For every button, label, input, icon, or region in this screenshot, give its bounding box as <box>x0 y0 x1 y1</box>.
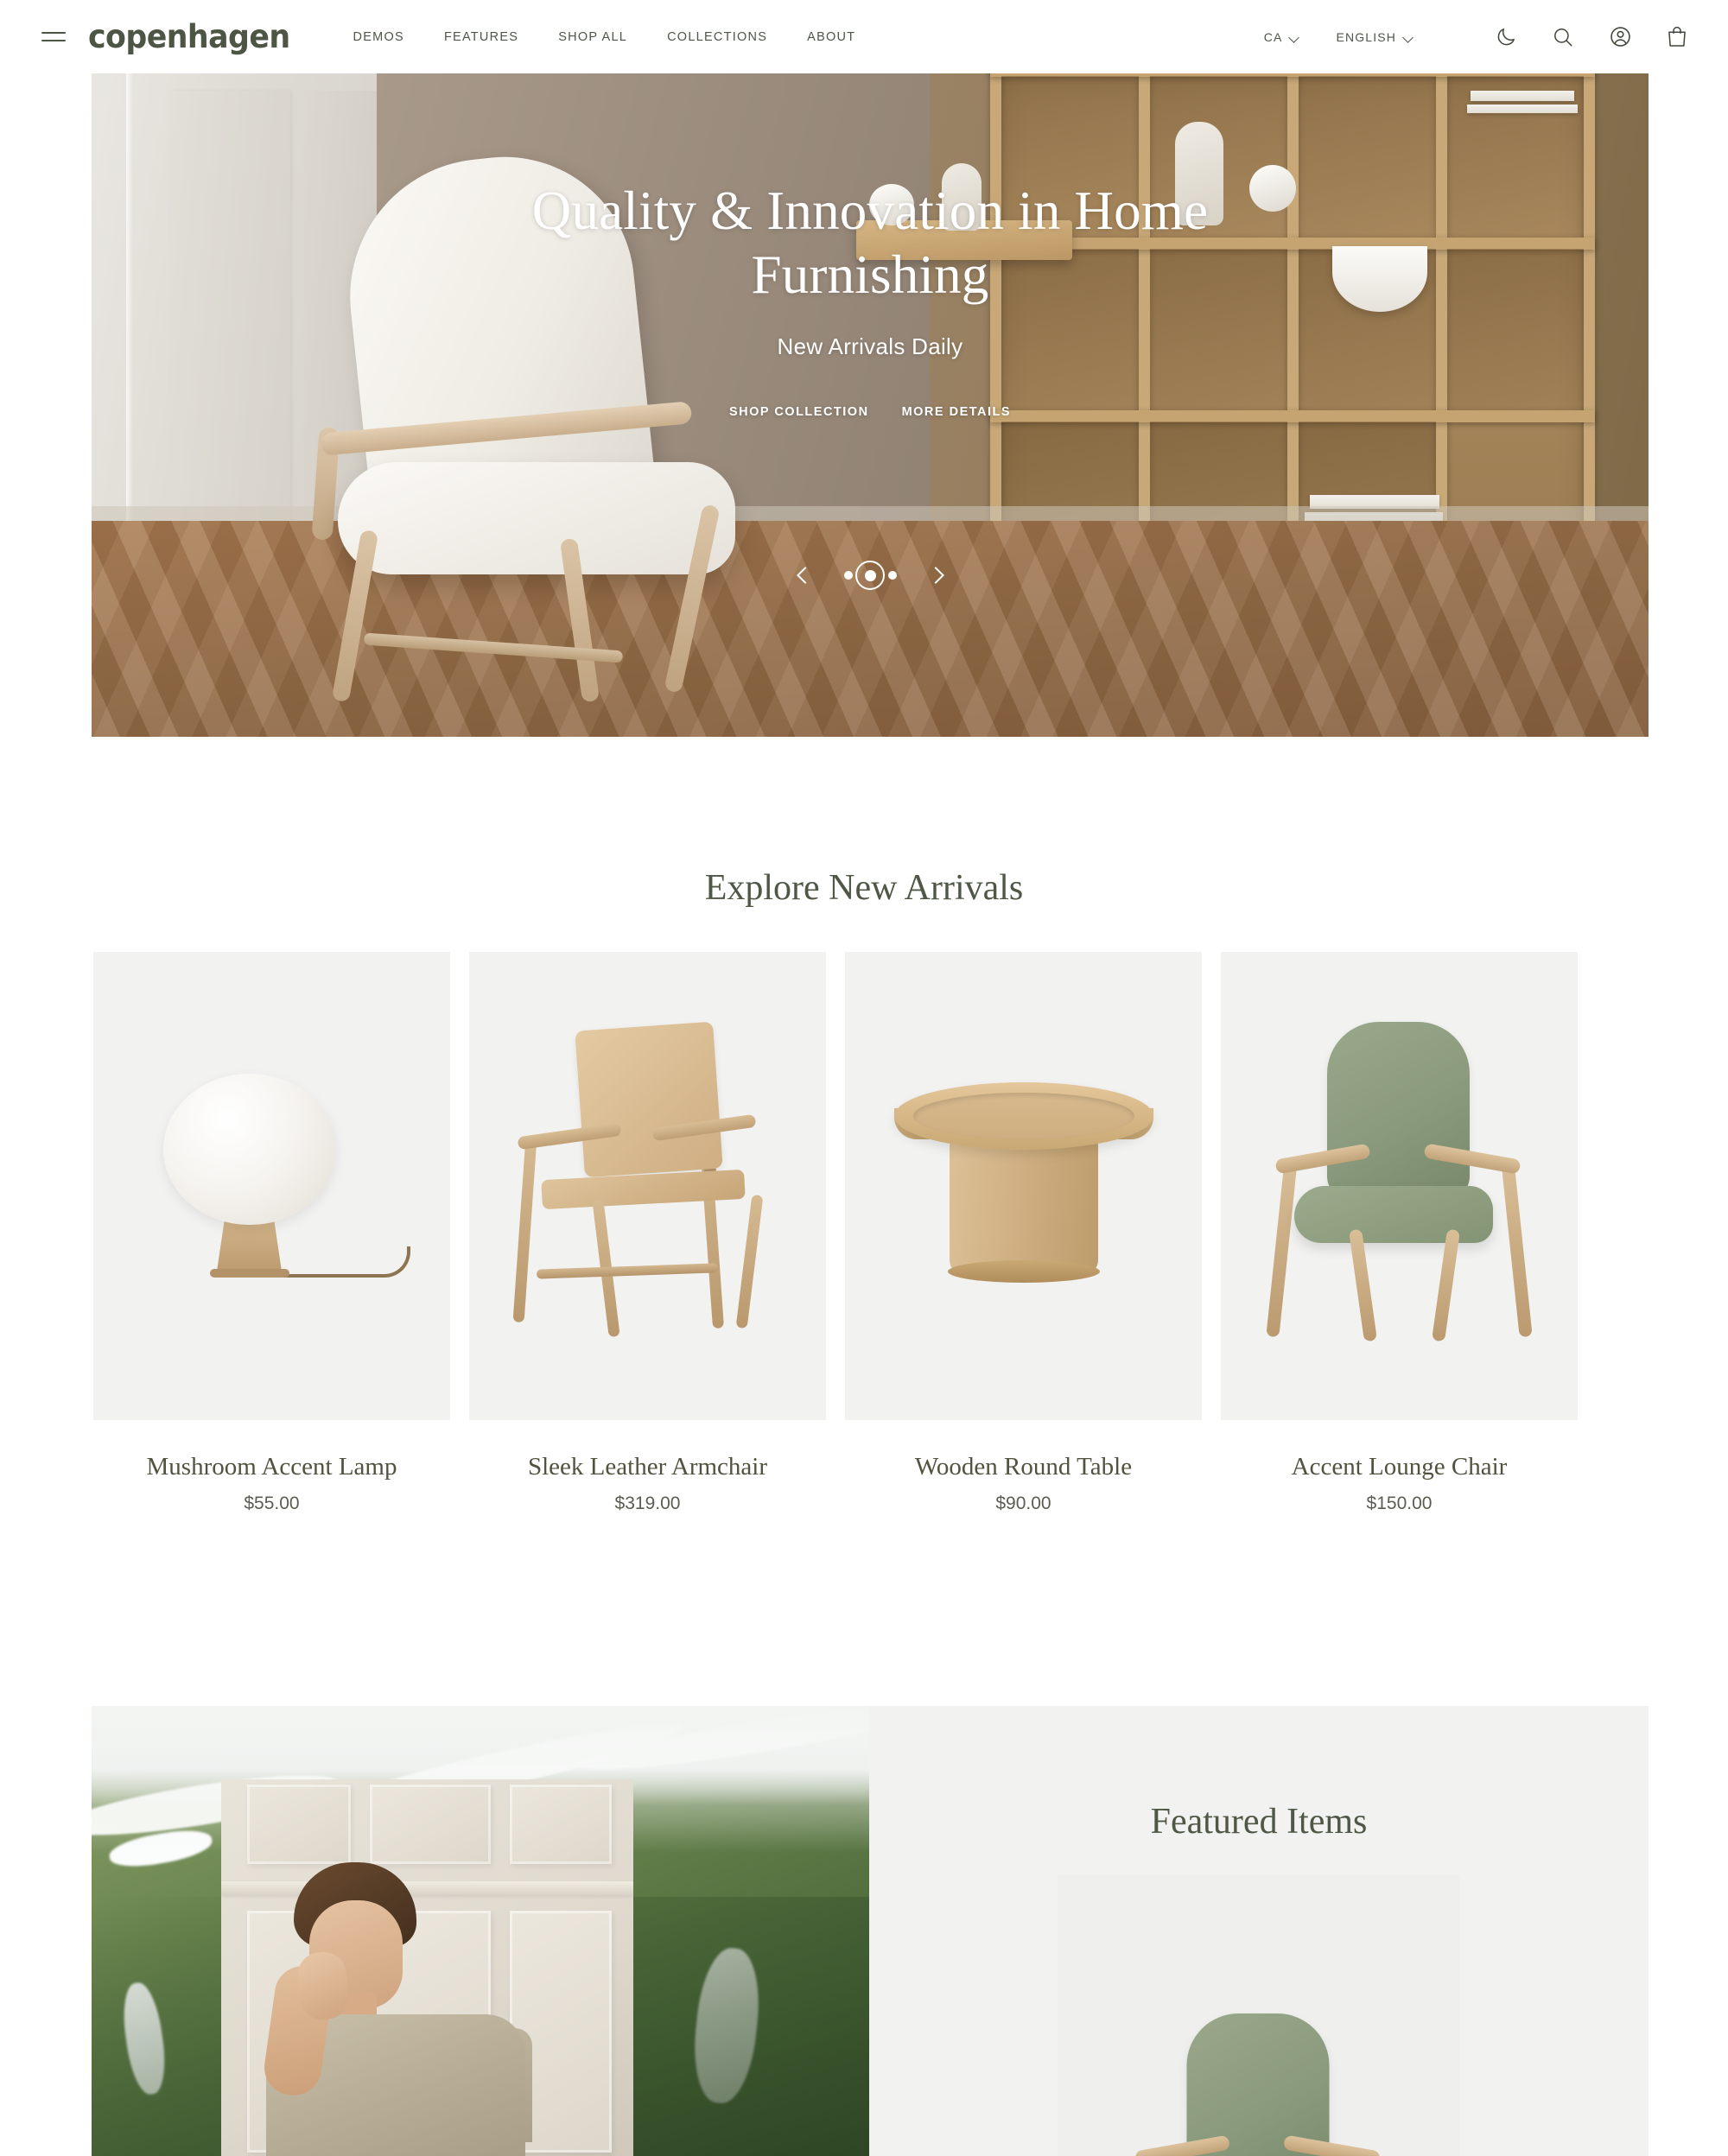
product-name: Mushroom Accent Lamp <box>146 1453 397 1481</box>
featured-items-panel: Featured Items <box>869 1706 1649 2156</box>
product-price: $90.00 <box>995 1493 1051 1513</box>
language-selector-value: ENGLISH <box>1336 29 1396 44</box>
nav-item-shop-all[interactable]: SHOP ALL <box>558 30 627 44</box>
primary-navigation: DEMOS FEATURES SHOP ALL COLLECTIONS ABOU… <box>353 30 856 44</box>
new-arrivals-heading: Explore New Arrivals <box>704 868 1024 908</box>
chevron-down-icon <box>1404 34 1414 40</box>
leather-armchair-art <box>505 1021 791 1346</box>
country-selector[interactable]: CA <box>1264 30 1300 44</box>
hero-cta-group: SHOP COLLECTION MORE DETAILS <box>729 405 1011 419</box>
country-selector-value: CA <box>1263 29 1283 44</box>
site-logo[interactable]: copenhagen <box>88 21 290 53</box>
new-arrivals-grid: Mushroom Accent Lamp $55.00 Sleek Leathe… <box>93 952 1578 1514</box>
product-card[interactable]: Accent Lounge Chair $150.00 <box>1221 952 1578 1514</box>
shop-collection-button[interactable]: SHOP COLLECTION <box>729 405 869 419</box>
language-selector[interactable]: ENGLISH <box>1336 30 1414 44</box>
product-name: Accent Lounge Chair <box>1291 1453 1508 1481</box>
more-details-button[interactable]: MORE DETAILS <box>902 405 1011 419</box>
carousel-next-icon[interactable] <box>921 561 950 590</box>
product-card[interactable]: Mushroom Accent Lamp $55.00 <box>93 952 450 1514</box>
product-card[interactable]: Sleek Leather Armchair $319.00 <box>469 952 826 1514</box>
account-icon[interactable] <box>1607 24 1633 50</box>
site-header: copenhagen DEMOS FEATURES SHOP ALL COLLE… <box>0 0 1728 73</box>
page-root: copenhagen DEMOS FEATURES SHOP ALL COLLE… <box>0 0 1728 2156</box>
search-icon[interactable] <box>1550 24 1576 50</box>
product-image <box>93 952 450 1420</box>
carousel-dot-2[interactable] <box>864 569 876 581</box>
featured-heading: Featured Items <box>1150 1802 1368 1842</box>
product-image <box>1221 952 1578 1420</box>
model-figure-art <box>260 1862 546 2156</box>
hero-subtitle: New Arrivals Daily <box>777 333 963 359</box>
product-name: Wooden Round Table <box>914 1453 1133 1481</box>
model-portrait-image[interactable] <box>221 1779 633 2156</box>
accent-lounge-chair-art <box>1265 1022 1533 1350</box>
nav-item-demos[interactable]: DEMOS <box>353 30 404 44</box>
round-table-art <box>893 1082 1153 1290</box>
product-image <box>469 952 826 1420</box>
product-card[interactable]: Wooden Round Table $90.00 <box>845 952 1202 1514</box>
hamburger-bar <box>41 40 66 41</box>
carousel-dot-1[interactable] <box>843 571 853 580</box>
product-name: Sleek Leather Armchair <box>528 1453 767 1481</box>
product-price: $319.00 <box>614 1493 681 1513</box>
hero-title: Quality & Innovation in Home Furnishing <box>531 181 1209 306</box>
product-image <box>845 952 1202 1420</box>
nav-item-features[interactable]: FEATURES <box>444 30 518 44</box>
moon-icon[interactable] <box>1493 24 1519 50</box>
chevron-down-icon <box>1290 34 1299 40</box>
hamburger-bar <box>41 32 66 34</box>
hero-carousel[interactable]: Quality & Innovation in Home Furnishing … <box>92 73 1649 737</box>
carousel-dot-3[interactable] <box>887 571 897 580</box>
cart-icon[interactable] <box>1664 24 1690 50</box>
featured-chair-art <box>1125 2013 1392 2156</box>
carousel-controls <box>92 561 1649 590</box>
featured-product-card[interactable] <box>1058 1875 1460 2156</box>
hero-content: Quality & Innovation in Home Furnishing … <box>92 73 1649 737</box>
carousel-dots <box>843 569 897 581</box>
header-utilities: CA ENGLISH <box>1264 24 1690 50</box>
hamburger-icon[interactable] <box>41 29 66 46</box>
mushroom-lamp-art <box>143 1074 410 1298</box>
carousel-prev-icon[interactable] <box>791 561 820 590</box>
product-price: $55.00 <box>244 1493 300 1513</box>
nav-item-about[interactable]: ABOUT <box>807 30 855 44</box>
featured-section: Featured Items <box>92 1706 1649 2156</box>
nav-item-collections[interactable]: COLLECTIONS <box>667 30 767 44</box>
product-price: $150.00 <box>1366 1493 1433 1513</box>
featured-lifestyle-image[interactable] <box>92 1706 869 2156</box>
header-icon-row <box>1493 24 1690 50</box>
